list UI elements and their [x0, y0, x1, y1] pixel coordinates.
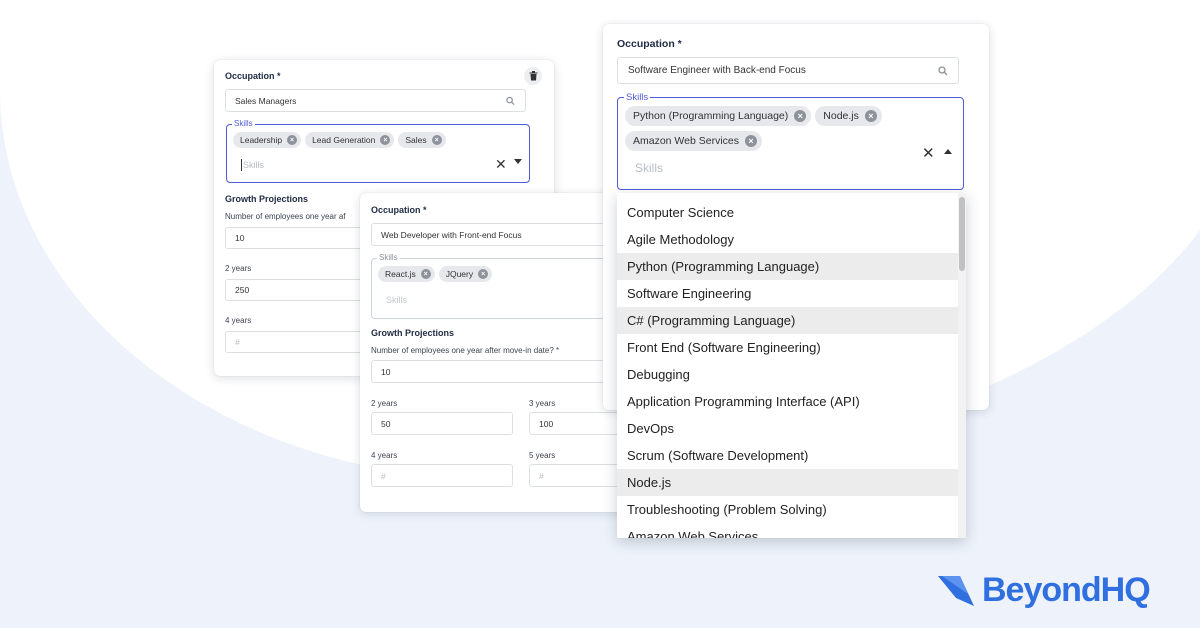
skills-dropdown-list[interactable]: Computer Science Agile Methodology Python …	[617, 193, 966, 538]
years-3-label: 3 years	[529, 399, 556, 408]
delete-button[interactable]	[524, 67, 542, 85]
growth-projections-title: Growth Projections	[225, 194, 309, 204]
dropdown-option[interactable]: Node.js	[617, 469, 958, 496]
years-2-label: 2 years	[225, 264, 252, 273]
trash-icon	[529, 71, 537, 81]
skills-placeholder: Skills	[386, 295, 408, 305]
chevron-up-icon[interactable]	[944, 149, 952, 154]
clear-icon[interactable]: ✕	[495, 156, 507, 173]
years-4-input[interactable]: #	[371, 464, 513, 487]
chip-label: Leadership	[240, 135, 283, 145]
years-2-value: 250	[235, 285, 250, 295]
occupation-input[interactable]: Software Engineer with Back-end Focus	[617, 57, 959, 84]
occupation-input[interactable]: Sales Managers	[225, 89, 526, 112]
skills-field[interactable]: Skills Python (Programming Language) × No…	[617, 92, 964, 190]
years-2-label: 2 years	[371, 399, 398, 408]
skill-chip[interactable]: Sales ×	[398, 132, 446, 148]
chip-remove-icon[interactable]: ×	[287, 135, 298, 145]
skill-chip[interactable]: Lead Generation ×	[305, 132, 395, 148]
dropdown-option[interactable]: Troubleshooting (Problem Solving)	[617, 496, 958, 523]
skills-legend: Skills	[624, 92, 651, 103]
skills-legend: Skills	[232, 119, 255, 128]
occupation-value: Software Engineer with Back-end Focus	[628, 65, 806, 76]
occupation-value: Sales Managers	[235, 95, 297, 106]
skill-chip[interactable]: Python (Programming Language) ×	[625, 106, 812, 126]
dropdown-option[interactable]: Agile Methodology	[617, 226, 958, 253]
chip-label: Lead Generation	[312, 135, 376, 145]
occupation-card-web-developer: Occupation * Web Developer with Front-en…	[360, 193, 644, 512]
dropdown-option[interactable]: Debugging	[617, 361, 958, 388]
dropdown-option[interactable]: C# (Programming Language)	[617, 307, 958, 334]
dropdown-option[interactable]: DevOps	[617, 415, 958, 442]
years-2-value: 50	[381, 418, 391, 429]
search-icon	[938, 65, 948, 75]
years-5-placeholder: #	[539, 470, 544, 481]
dropdown-option[interactable]: Software Engineering	[617, 280, 958, 307]
years-5-label: 5 years	[529, 451, 556, 460]
skill-chip[interactable]: Node.js ×	[815, 106, 882, 126]
skills-text-cursor	[241, 159, 242, 171]
brand-logo: BeyondHQ	[938, 568, 1151, 612]
skills-placeholder: Skills	[635, 161, 664, 175]
skill-chip[interactable]: Leadership ×	[233, 132, 302, 148]
chip-label: Python (Programming Language)	[633, 110, 789, 122]
search-icon	[506, 96, 515, 105]
chip-remove-icon[interactable]: ×	[420, 269, 431, 279]
skills-placeholder: Skills	[243, 160, 265, 170]
scrollbar-thumb[interactable]	[959, 197, 965, 271]
dropdown-option[interactable]: Python (Programming Language)	[617, 253, 958, 280]
chip-label: Amazon Web Services	[633, 135, 740, 147]
skill-chip[interactable]: JQuery ×	[438, 266, 493, 282]
chip-remove-icon[interactable]: ×	[745, 135, 758, 147]
clear-icon[interactable]: ✕	[922, 144, 935, 162]
dropdown-option[interactable]: Amazon Web Services	[617, 523, 958, 538]
chip-remove-icon[interactable]: ×	[380, 135, 391, 145]
employees-value: 10	[381, 366, 391, 377]
chevron-down-icon[interactable]	[514, 159, 522, 164]
beyondhq-logo-icon	[938, 576, 974, 606]
employees-value: 10	[235, 233, 245, 243]
chip-label: Sales	[405, 135, 427, 145]
chip-label: JQuery	[445, 269, 474, 279]
chip-label: React.js	[385, 269, 416, 279]
years-4-placeholder: #	[235, 337, 240, 347]
years-2-input[interactable]: 50	[371, 412, 513, 435]
years-4-label: 4 years	[225, 316, 252, 325]
chip-label: Node.js	[823, 110, 859, 122]
years-4-placeholder: #	[381, 470, 386, 481]
dropdown-option[interactable]: Computer Science	[617, 199, 958, 226]
employees-label: Number of employees one year af	[225, 212, 346, 221]
chip-remove-icon[interactable]: ×	[864, 110, 877, 122]
growth-projections-title: Growth Projections	[371, 328, 455, 338]
chip-remove-icon[interactable]: ×	[431, 135, 442, 145]
chip-remove-icon[interactable]: ×	[478, 269, 489, 279]
occupation-value: Web Developer with Front-end Focus	[381, 229, 522, 240]
employees-label: Number of employees one year after move-…	[371, 346, 560, 355]
dropdown-option[interactable]: Front End (Software Engineering)	[617, 334, 958, 361]
chip-remove-icon[interactable]: ×	[794, 110, 807, 122]
dropdown-option[interactable]: Scrum (Software Development)	[617, 442, 958, 469]
skills-legend: Skills	[377, 253, 400, 262]
brand-name: BeyondHQ	[982, 570, 1151, 609]
occupation-label: Occupation *	[371, 205, 427, 215]
years-4-label: 4 years	[371, 451, 398, 460]
skill-chip[interactable]: Amazon Web Services ×	[625, 131, 763, 151]
years-3-value: 100	[539, 418, 554, 429]
skill-chip[interactable]: React.js ×	[378, 266, 435, 282]
occupation-label: Occupation *	[617, 38, 682, 50]
dropdown-option[interactable]: Application Programming Interface (API)	[617, 388, 958, 415]
skills-field[interactable]: Skills Leadership × Lead Generation × Sale…	[226, 119, 530, 183]
occupation-label: Occupation *	[225, 71, 281, 81]
